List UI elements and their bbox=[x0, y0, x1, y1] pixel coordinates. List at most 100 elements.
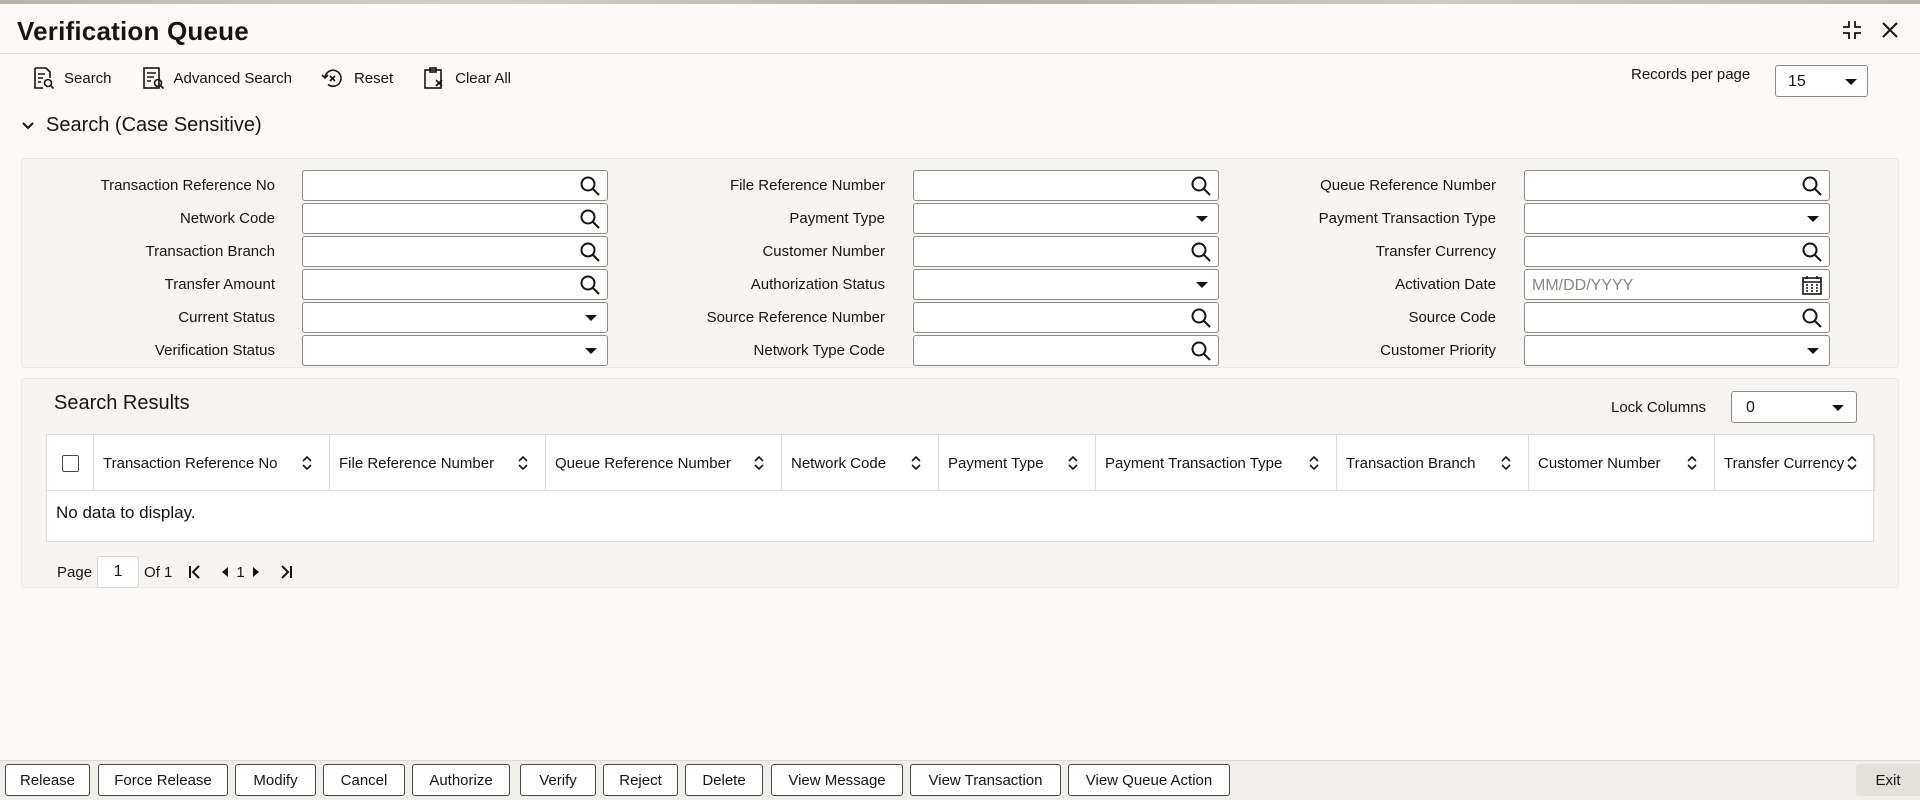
activation-date-input[interactable]: MM/DD/YYYY bbox=[1524, 269, 1830, 300]
column-header-customer-number[interactable]: Customer Number bbox=[1529, 435, 1715, 491]
clear-all-button[interactable]: Clear All bbox=[421, 65, 511, 91]
toolbar: Search Advanced Search Reset Clear All bbox=[30, 62, 539, 94]
sort-icon[interactable] bbox=[753, 455, 765, 471]
search-icon[interactable] bbox=[579, 241, 601, 263]
sort-icon[interactable] bbox=[1846, 455, 1858, 471]
page-label: Page bbox=[57, 563, 93, 581]
customer-number-label: Customer Number bbox=[762, 243, 885, 260]
customer-priority-label: Customer Priority bbox=[1380, 342, 1496, 359]
advanced-search-icon bbox=[142, 67, 164, 90]
authorization-status-label: Authorization Status bbox=[750, 276, 885, 293]
modify-button[interactable]: Modify bbox=[235, 764, 316, 796]
release-button[interactable]: Release bbox=[5, 764, 90, 796]
network-code-input[interactable] bbox=[302, 203, 608, 234]
collapse-icon[interactable] bbox=[1840, 18, 1864, 42]
search-icon[interactable] bbox=[579, 274, 601, 296]
column-header-queue-reference-number[interactable]: Queue Reference Number bbox=[546, 435, 782, 491]
exit-button[interactable]: Exit bbox=[1856, 764, 1920, 796]
search-icon[interactable] bbox=[1801, 175, 1823, 197]
search-icon[interactable] bbox=[1801, 307, 1823, 329]
prev-page-icon[interactable] bbox=[216, 563, 234, 581]
queue-reference-number-input[interactable] bbox=[1524, 170, 1830, 201]
sort-icon[interactable] bbox=[517, 455, 529, 471]
search-icon[interactable] bbox=[1190, 307, 1212, 329]
file-reference-number-input[interactable] bbox=[913, 170, 1219, 201]
current-page[interactable]: 1 bbox=[236, 564, 244, 581]
search-section-toggle[interactable]: Search (Case Sensitive) bbox=[20, 114, 262, 137]
current-status-select[interactable] bbox=[302, 302, 608, 333]
sort-icon[interactable] bbox=[1067, 455, 1079, 471]
transfer-currency-input[interactable] bbox=[1524, 236, 1830, 267]
verification-status-select[interactable] bbox=[302, 335, 608, 366]
page-input[interactable]: 1 bbox=[97, 556, 140, 588]
queue-reference-number-label: Queue Reference Number bbox=[1320, 177, 1496, 194]
search-icon[interactable] bbox=[579, 208, 601, 230]
column-header-label: Transaction Branch bbox=[1346, 454, 1476, 472]
view-transaction-button[interactable]: View Transaction bbox=[910, 764, 1061, 796]
results-title: Search Results bbox=[54, 392, 190, 414]
first-page-icon[interactable] bbox=[186, 563, 204, 581]
calendar-icon[interactable] bbox=[1801, 274, 1823, 296]
transfer-amount-label: Transfer Amount bbox=[164, 276, 275, 293]
lock-columns-select[interactable]: 0 bbox=[1731, 391, 1857, 423]
source-reference-number-input[interactable] bbox=[913, 302, 1219, 333]
customer-priority-select[interactable] bbox=[1524, 335, 1830, 366]
network-type-code-label: Network Type Code bbox=[753, 342, 885, 359]
transfer-amount-input[interactable] bbox=[302, 269, 608, 300]
column-header-transaction-branch[interactable]: Transaction Branch bbox=[1337, 435, 1529, 491]
transaction-reference-no-label: Transaction Reference No bbox=[100, 177, 275, 194]
cancel-button[interactable]: Cancel bbox=[323, 764, 405, 796]
reject-button[interactable]: Reject bbox=[603, 764, 678, 796]
chevron-down-icon bbox=[22, 121, 34, 129]
column-header-file-reference-number[interactable]: File Reference Number bbox=[330, 435, 546, 491]
search-icon[interactable] bbox=[1190, 241, 1212, 263]
view-queue-action-button[interactable]: View Queue Action bbox=[1068, 764, 1230, 796]
advanced-search-button[interactable]: Advanced Search bbox=[140, 65, 292, 91]
column-header-payment-type[interactable]: Payment Type bbox=[939, 435, 1096, 491]
empty-message: No data to display. bbox=[56, 503, 196, 522]
column-header-payment-transaction-type[interactable]: Payment Transaction Type bbox=[1096, 435, 1337, 491]
network-code-label: Network Code bbox=[179, 210, 275, 227]
chevron-down-icon bbox=[1845, 79, 1857, 85]
payment-type-select[interactable] bbox=[913, 203, 1219, 234]
close-icon[interactable] bbox=[1878, 18, 1902, 42]
payment-type-label: Payment Type bbox=[789, 210, 885, 227]
authorize-button[interactable]: Authorize bbox=[412, 764, 510, 796]
customer-number-input[interactable] bbox=[913, 236, 1219, 267]
transaction-branch-input[interactable] bbox=[302, 236, 608, 267]
column-header-transaction-reference-no[interactable]: Transaction Reference No bbox=[94, 435, 330, 491]
last-page-icon[interactable] bbox=[277, 563, 295, 581]
records-per-page-select[interactable]: 15 bbox=[1775, 65, 1868, 97]
select-all-checkbox[interactable] bbox=[62, 455, 79, 472]
reset-label: Reset bbox=[353, 69, 394, 87]
view-message-button[interactable]: View Message bbox=[771, 764, 903, 796]
sort-icon[interactable] bbox=[910, 455, 922, 471]
column-header-transfer-currency[interactable]: Transfer Currency bbox=[1715, 435, 1875, 491]
verify-button[interactable]: Verify bbox=[520, 764, 596, 796]
activation-date-label: Activation Date bbox=[1395, 276, 1496, 293]
search-icon[interactable] bbox=[579, 175, 601, 197]
search-icon[interactable] bbox=[1190, 340, 1212, 362]
search-icon[interactable] bbox=[1190, 175, 1212, 197]
sort-icon[interactable] bbox=[301, 455, 313, 471]
authorization-status-select[interactable] bbox=[913, 269, 1219, 300]
column-header-label: Network Code bbox=[791, 454, 887, 472]
search-button[interactable]: Search bbox=[30, 65, 112, 91]
search-button-label: Search bbox=[64, 69, 112, 87]
network-type-code-input[interactable] bbox=[913, 335, 1219, 366]
delete-button[interactable]: Delete bbox=[685, 764, 763, 796]
column-header-network-code[interactable]: Network Code bbox=[782, 435, 939, 491]
advanced-search-label: Advanced Search bbox=[173, 69, 292, 87]
next-page-icon[interactable] bbox=[247, 563, 265, 581]
sort-icon[interactable] bbox=[1686, 455, 1698, 471]
search-icon[interactable] bbox=[1801, 241, 1823, 263]
source-reference-number-label: Source Reference Number bbox=[706, 309, 885, 326]
reset-button[interactable]: Reset bbox=[320, 65, 393, 91]
sort-icon[interactable] bbox=[1500, 455, 1512, 471]
payment-transaction-type-select[interactable] bbox=[1524, 203, 1830, 234]
transaction-reference-no-input[interactable] bbox=[302, 170, 608, 201]
sort-icon[interactable] bbox=[1308, 455, 1320, 471]
column-header-label: Transaction Reference No bbox=[103, 454, 278, 472]
source-code-input[interactable] bbox=[1524, 302, 1830, 333]
force-release-button[interactable]: Force Release bbox=[98, 764, 228, 796]
